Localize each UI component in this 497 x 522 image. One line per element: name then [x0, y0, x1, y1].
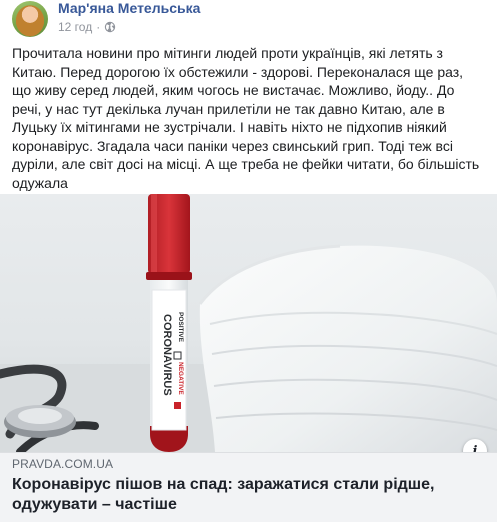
post-time[interactable]: 12 год [58, 20, 92, 34]
facebook-post: Мар'яна Метельська 12 год · Прочитала но… [0, 0, 497, 522]
link-image[interactable]: CORONAVIRUS POSITIVE NEGATIVE [0, 194, 497, 452]
meta-separator: · [96, 20, 101, 34]
link-domain: PRAVDA.COM.UA [12, 457, 114, 471]
globe-icon [105, 21, 116, 33]
author-avatar[interactable] [12, 1, 48, 37]
link-title[interactable]: Коронавірус пішов на спад: заражатися ст… [12, 475, 482, 515]
coronavirus-photo: CORONAVIRUS POSITIVE NEGATIVE [0, 194, 497, 452]
author-name[interactable]: Мар'яна Метельська [58, 0, 200, 16]
post-meta: 12 год · [58, 20, 116, 34]
tube-label-coronavirus: CORONAVIRUS [161, 314, 173, 396]
tube-label-negative: NEGATIVE [177, 362, 184, 395]
link-preview-card[interactable]: CORONAVIRUS POSITIVE NEGATIVE i PRAVDA.C… [0, 194, 497, 522]
tube-label-positive: POSITIVE [177, 312, 184, 343]
link-meta[interactable]: PRAVDA.COM.UA Коронавірус пішов на спад:… [0, 452, 497, 522]
post-text: Прочитала новини про мітинги людей проти… [12, 45, 480, 191]
